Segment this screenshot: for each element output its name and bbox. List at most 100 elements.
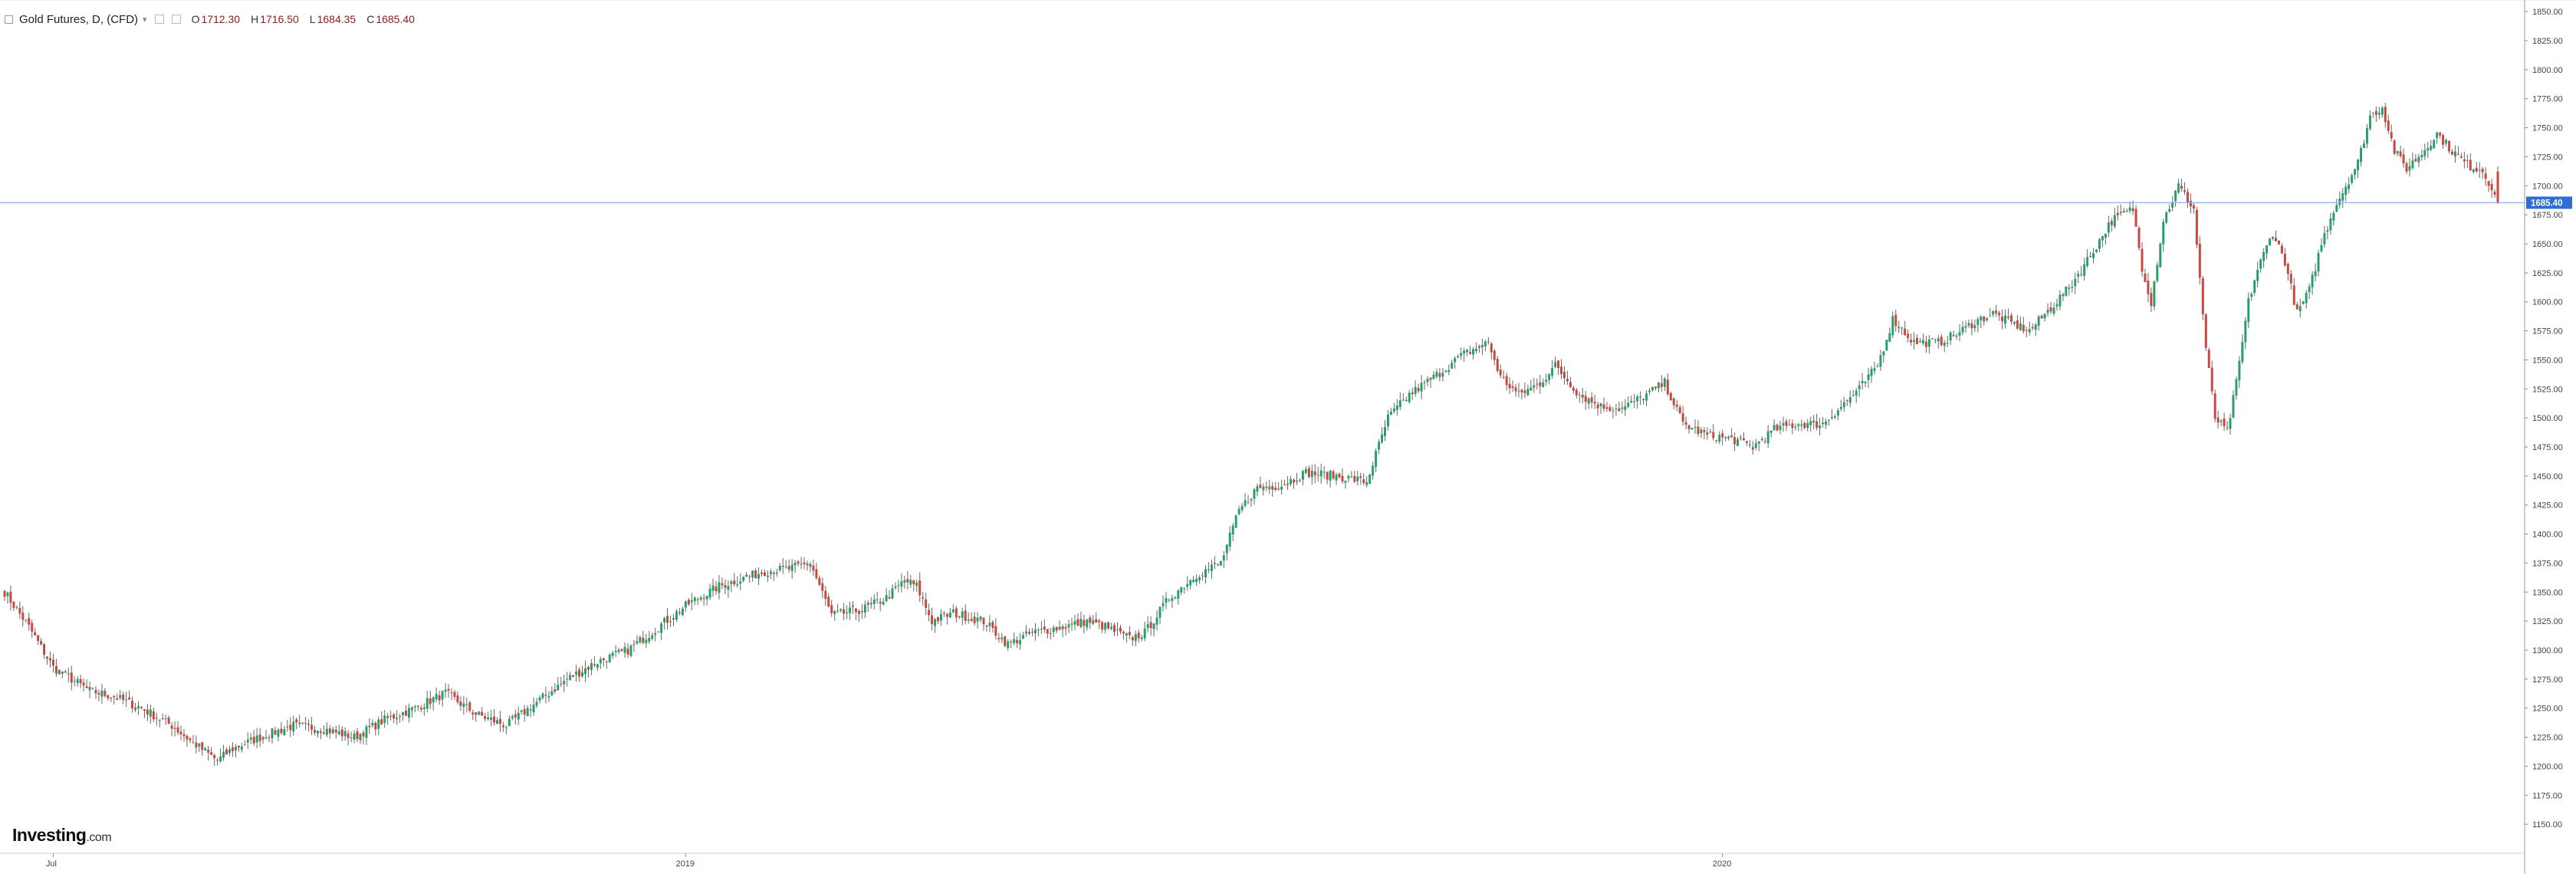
candle <box>1007 641 1010 649</box>
candle <box>1146 624 1149 629</box>
candle <box>1332 471 1335 478</box>
candle <box>803 562 806 564</box>
candle <box>158 720 161 721</box>
candle <box>1983 317 1986 322</box>
collapse-legend-icon[interactable] <box>5 15 13 24</box>
candle <box>76 678 79 683</box>
candle <box>1231 525 1234 535</box>
candle <box>1706 432 1709 435</box>
candle <box>1916 337 1919 345</box>
candle <box>2128 207 2131 212</box>
instrument-title: Gold Futures, D, (CFD) <box>19 12 139 26</box>
candle <box>155 718 158 719</box>
candle <box>2168 209 2171 212</box>
candle <box>766 575 769 577</box>
price-chart[interactable]: 1150.00 1175.00 1200.00 1225.00 1250.00 1275.… <box>0 0 2576 874</box>
candle <box>34 632 37 636</box>
candle <box>478 711 481 715</box>
candle <box>2338 199 2341 205</box>
candle <box>523 708 526 715</box>
candle <box>1517 390 1520 392</box>
candle <box>1350 476 1353 478</box>
candle <box>790 564 794 571</box>
candle <box>210 752 213 755</box>
candle <box>1769 430 1773 433</box>
candle <box>82 682 85 686</box>
candle <box>2363 143 2365 149</box>
candle <box>164 718 167 719</box>
candle <box>462 703 465 707</box>
x-tick-label: Jul <box>46 859 57 869</box>
y-tick-label: 1600.00 <box>2532 298 2563 307</box>
close-icon[interactable] <box>171 15 181 24</box>
settings-icon[interactable] <box>154 15 164 24</box>
candle <box>1213 563 1216 564</box>
candle <box>1290 479 1293 485</box>
candle <box>1158 606 1162 618</box>
candle <box>672 618 675 620</box>
candle <box>222 751 225 758</box>
candle <box>343 731 347 737</box>
candle <box>1143 628 1146 639</box>
candle <box>1496 359 1499 371</box>
candle <box>1590 397 1593 402</box>
y-tick-label: 1325.00 <box>2532 617 2563 626</box>
candle <box>328 728 331 734</box>
candle <box>2423 150 2426 156</box>
candle <box>1757 441 1760 444</box>
candle <box>550 691 554 696</box>
candle <box>797 561 800 564</box>
candle <box>2110 221 2113 225</box>
candle <box>2484 173 2487 179</box>
candle <box>985 625 988 627</box>
candle <box>1721 433 1724 438</box>
last-price-label: 1685.40 <box>2531 199 2563 208</box>
candle <box>1046 629 1049 634</box>
candle <box>419 708 422 710</box>
candle <box>1064 627 1067 629</box>
candle <box>1742 438 1745 441</box>
candle <box>51 659 54 666</box>
candle <box>1745 441 1748 443</box>
candle <box>2377 112 2380 115</box>
candle <box>1627 402 1630 407</box>
candle <box>189 738 192 741</box>
candle <box>1791 423 1794 429</box>
candle <box>1119 627 1122 632</box>
candle <box>843 609 846 614</box>
candle <box>1904 328 1907 336</box>
candle <box>517 712 520 720</box>
candle <box>1076 619 1079 626</box>
candle <box>1472 349 1474 355</box>
candle <box>934 619 937 626</box>
candle <box>602 658 605 660</box>
candle <box>1107 622 1110 629</box>
candle <box>316 731 319 734</box>
candle <box>970 619 973 622</box>
candle <box>1511 386 1514 388</box>
candle <box>1776 424 1779 431</box>
candle <box>493 716 495 723</box>
candle <box>85 686 88 688</box>
candle <box>304 723 307 724</box>
candle <box>1277 488 1280 490</box>
candle <box>1651 387 1654 390</box>
candle <box>2308 286 2311 292</box>
candle <box>596 664 599 668</box>
y-tick-label: 1500.00 <box>2532 414 2563 423</box>
candle <box>1855 390 1858 396</box>
candle <box>1927 339 1930 347</box>
candle <box>1557 360 1560 368</box>
chevron-down-icon[interactable]: ▾ <box>143 15 147 25</box>
candle <box>1201 575 1204 577</box>
candle <box>2062 294 2065 297</box>
candle <box>1845 400 1848 402</box>
candle <box>88 687 91 691</box>
candle <box>1955 335 1958 337</box>
candle <box>1216 564 1219 566</box>
candle <box>1740 438 1742 439</box>
candle <box>2153 281 2156 307</box>
candle <box>1703 429 1706 432</box>
candle <box>219 756 222 762</box>
candle <box>715 586 718 592</box>
